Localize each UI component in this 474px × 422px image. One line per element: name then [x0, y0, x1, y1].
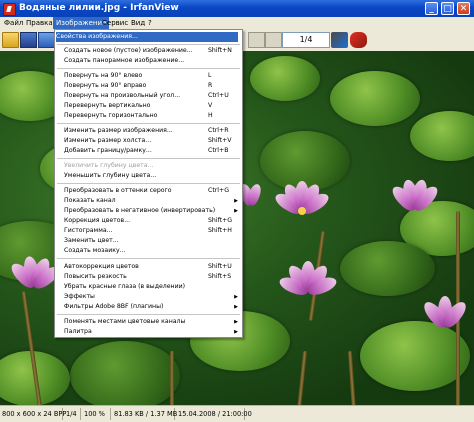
- menu-help[interactable]: ?: [145, 17, 155, 29]
- close-button[interactable]: ✕: [457, 2, 470, 15]
- menu-item-increase-color-depth: Увеличить глубину цвета...: [64, 162, 154, 169]
- lily-pad: [250, 56, 320, 101]
- water-lily-flower: [415, 291, 474, 351]
- irfanview-app-icon[interactable]: [3, 3, 16, 16]
- settings-tools-icon[interactable]: [331, 32, 348, 48]
- window-title: Водяные лилии.jpg - IrfanView: [19, 3, 179, 13]
- open-folder-icon[interactable]: [2, 32, 19, 48]
- menu-item-histogram[interactable]: Гистограмма... Shift+H: [64, 226, 238, 236]
- status-bar: 800 x 600 x 24 BPP 1/4 100 % 81.83 KB / …: [0, 405, 474, 422]
- menu-item-swap-channels[interactable]: Поменять местами цветовые каналы ▶: [64, 317, 238, 327]
- menu-separator: [57, 68, 240, 69]
- status-page: 1/4: [64, 408, 81, 420]
- menu-bar: Файл Правка Изображение Сервис Вид ?: [0, 17, 474, 29]
- menu-item-replace-color[interactable]: Заменить цвет...: [64, 236, 238, 246]
- lily-pad: [330, 71, 420, 126]
- menu-separator: [57, 183, 240, 184]
- menu-item-adobe-filters[interactable]: Фильтры Adobe 8BF (плагины) ▶: [64, 302, 238, 312]
- title-bar: Водяные лилии.jpg - IrfanView _ □ ✕: [0, 0, 474, 17]
- status-zoom: 100 %: [82, 408, 111, 420]
- slideshow-icon[interactable]: [20, 32, 37, 48]
- minimize-button[interactable]: _: [425, 2, 438, 15]
- submenu-arrow-icon: ▶: [234, 329, 238, 335]
- menu-separator: [57, 123, 240, 124]
- lily-pad: [340, 241, 435, 296]
- menu-item-resize-canvas[interactable]: Изменить размер холста... Shift+V: [64, 136, 238, 146]
- status-file-size: 81.83 KB / 1.37 MB: [114, 408, 178, 420]
- menu-item-auto-color[interactable]: Автокоррекция цветов Shift+U: [64, 262, 238, 272]
- menu-item-color-correction[interactable]: Коррекция цветов... Shift+G: [64, 216, 238, 226]
- menu-item-sharpen[interactable]: Повысить резкость Shift+S: [64, 272, 238, 282]
- submenu-arrow-icon: ▶: [234, 208, 238, 214]
- menu-item-effects[interactable]: Эффекты ▶: [64, 292, 238, 302]
- menu-item-negative[interactable]: Преобразовать в негативное (инвертироват…: [64, 206, 238, 216]
- menu-item-show-channel[interactable]: Показать канал ▶: [64, 196, 238, 206]
- submenu-arrow-icon: ▶: [234, 198, 238, 204]
- menu-separator: [57, 258, 240, 259]
- menu-separator: [57, 314, 240, 315]
- menu-item-palette[interactable]: Палитра ▶: [64, 327, 238, 337]
- flower-stem: [347, 350, 357, 405]
- about-icon[interactable]: [350, 32, 367, 48]
- page-indicator[interactable]: 1/4: [282, 32, 330, 48]
- submenu-arrow-icon: ▶: [234, 294, 238, 300]
- next-page-icon[interactable]: [265, 32, 282, 48]
- menu-item-rotate-left[interactable]: Повернуть на 90° влево L: [64, 71, 238, 81]
- menu-item-rotate-right[interactable]: Повернуть на 90° вправо R: [64, 81, 238, 91]
- water-lily-flower: [268, 251, 348, 331]
- lily-pad: [410, 111, 474, 161]
- menu-item-create-mosaic[interactable]: Создать мозаику...: [64, 246, 238, 256]
- flower-stem: [296, 350, 308, 405]
- menu-edit[interactable]: Правка: [23, 17, 56, 29]
- menu-item-decrease-color-depth[interactable]: Уменьшить глубину цвета...: [64, 171, 238, 181]
- menu-item-red-eye[interactable]: Убрать красные глаза (в выделении): [64, 282, 238, 292]
- menu-separator: [57, 158, 240, 159]
- lily-pad: [70, 341, 180, 405]
- menu-item-flip-vertical[interactable]: Перевернуть вертикально V: [64, 101, 238, 111]
- submenu-arrow-icon: ▶: [234, 304, 238, 310]
- maximize-button[interactable]: □: [441, 2, 454, 15]
- menu-item-image-properties[interactable]: Свойства изображения...: [56, 32, 238, 42]
- submenu-arrow-icon: ▶: [234, 319, 238, 325]
- menu-item-create-new-image[interactable]: Создать новое (пустое) изображение... Sh…: [64, 46, 238, 56]
- menu-item-resize-image[interactable]: Изменить размер изображения... Ctrl+R: [64, 126, 238, 136]
- menu-item-flip-horizontal[interactable]: Перевернуть горизонтально H: [64, 111, 238, 121]
- save-icon[interactable]: [38, 32, 55, 48]
- image-dropdown-menu: Свойства изображения... Создать новое (п…: [54, 29, 243, 338]
- menu-item-convert-grayscale[interactable]: Преобразовать в оттенки серого Ctrl+G: [64, 186, 238, 196]
- menu-item-rotate-custom[interactable]: Повернуть на произвольный угол... Ctrl+U: [64, 91, 238, 101]
- menu-item-add-border[interactable]: Добавить границу/рамку... Ctrl+B: [64, 146, 238, 156]
- menu-item-create-panorama[interactable]: Создать панорамное изображение...: [64, 56, 238, 66]
- water-lily-flower: [380, 171, 450, 241]
- status-dimensions: 800 x 600 x 24 BPP: [2, 408, 67, 420]
- menu-separator: [57, 44, 240, 45]
- water-lily-flower: [262, 171, 342, 251]
- menu-tools[interactable]: Сервис: [99, 17, 131, 29]
- status-date: 15.04.2008 / 21:00:00: [178, 408, 252, 420]
- previous-page-icon[interactable]: [248, 32, 265, 48]
